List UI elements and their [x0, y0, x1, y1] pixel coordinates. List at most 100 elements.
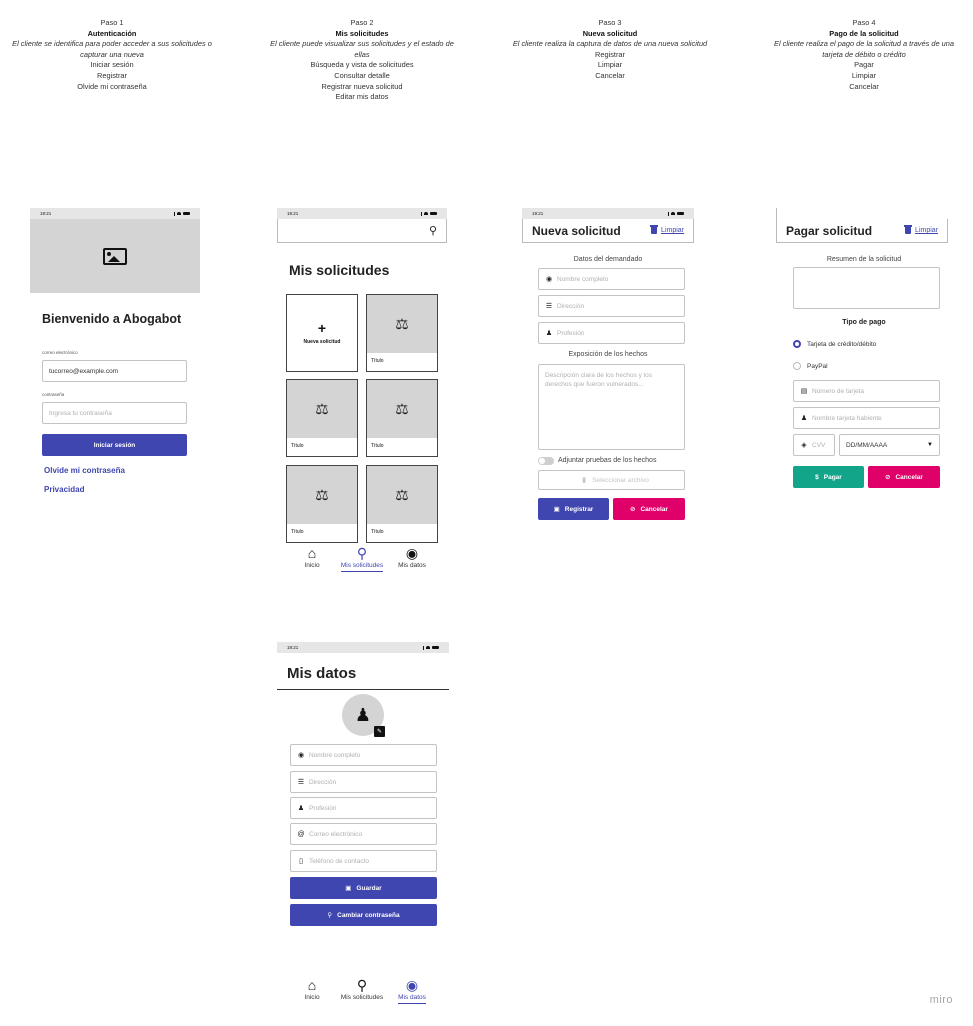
cancel-label: Cancelar — [895, 473, 923, 481]
clear-label: Limpiar — [661, 227, 684, 234]
facts-textarea[interactable]: Descripción clara de los hechos y los de… — [538, 364, 685, 450]
field-placeholder: CVV — [812, 441, 826, 449]
phone-icon: ▯ — [299, 858, 303, 865]
profession-field[interactable]: ♟ Profesión — [290, 797, 437, 819]
user-icon: ♟ — [354, 704, 372, 725]
bottom-nav: ⌂ Inicio ⚲ Mis solicitudes ◉ Mis datos — [287, 976, 437, 1004]
welcome-title: Bienvenido a Abogabot — [42, 312, 182, 326]
status-bar: 19:21 — [522, 208, 694, 219]
request-card-title: Título — [291, 443, 304, 449]
nav-item-home[interactable]: ⌂ Inicio — [287, 976, 337, 1004]
paypal-radio[interactable] — [793, 362, 801, 370]
address-field[interactable]: ☰ Dirección — [290, 771, 437, 793]
pay-label: Pagar — [823, 473, 842, 481]
step-desc: El cliente se identifica para poder acce… — [12, 39, 212, 59]
nav-item-profile[interactable]: ◉ Mis datos — [387, 544, 437, 572]
cancel-button[interactable]: ⊘ Cancelar — [868, 466, 940, 488]
field-placeholder: Profesión — [557, 329, 585, 337]
status-icons — [667, 211, 684, 216]
field-placeholder: Correo electrónico — [309, 830, 363, 838]
register-button[interactable]: ▣ Registrar — [538, 498, 609, 520]
step-item: Iniciar sesión — [90, 60, 134, 70]
user-icon: ♟ — [800, 415, 808, 422]
clear-button[interactable]: Limpiar — [650, 225, 684, 234]
email-field[interactable]: tucorreo@example.com — [42, 360, 187, 382]
cardholder-field[interactable]: ♟ Nombre tarjeta habiente — [793, 407, 940, 429]
expiry-value: DD/MM/AAAA — [846, 441, 888, 449]
attach-toggle[interactable] — [538, 457, 554, 465]
pay-button[interactable]: $ Pagar — [793, 466, 864, 488]
cancel-button[interactable]: ⊘ Cancelar — [613, 498, 685, 520]
nav-item-requests[interactable]: ⚲ Mis solicitudes — [337, 544, 387, 572]
request-card[interactable]: ⚖ Título — [366, 465, 438, 543]
select-file-button[interactable]: ▮ Seleccionar archivo — [538, 470, 685, 490]
request-card[interactable]: ⚖ Título — [286, 379, 358, 457]
select-file-label: Seleccionar archivo — [592, 476, 649, 484]
step-title: Nueva solicitud — [582, 28, 638, 38]
clear-button[interactable]: Limpiar — [904, 225, 938, 234]
dollar-icon: $ — [815, 473, 819, 481]
password-label: contraseña — [42, 392, 65, 397]
change-password-button[interactable]: ⚲ Cambiar contraseña — [290, 904, 437, 926]
login-button[interactable]: Iniciar sesión — [42, 434, 187, 456]
request-card-title: Título — [371, 443, 384, 449]
new-request-label: Nueva solicitud — [303, 339, 341, 345]
status-bar: 19:21 — [30, 208, 200, 219]
cvv-field[interactable]: ◈ CVV — [793, 434, 835, 456]
ban-icon: ⊘ — [885, 474, 891, 481]
save-icon: ▣ — [553, 506, 560, 513]
status-bar: 19:21 — [277, 208, 447, 219]
request-card-title: Título — [291, 529, 304, 535]
name-field[interactable]: ◉ Nombre completo — [290, 744, 437, 766]
nav-item-home[interactable]: ⌂ Inicio — [287, 544, 337, 572]
address-field[interactable]: ☰ Dirección — [538, 295, 685, 317]
nav-item-profile[interactable]: ◉ Mis datos — [387, 976, 437, 1004]
step-title: Pago de la solicitud — [829, 28, 899, 38]
chevron-down-icon: ▼ — [927, 442, 933, 448]
save-icon: ▣ — [345, 885, 352, 892]
trash-icon — [904, 225, 913, 234]
request-card[interactable]: ⚖ Título — [366, 294, 438, 372]
profession-field[interactable]: ♟ Profesión — [538, 322, 685, 344]
ban-icon: ⊘ — [630, 506, 636, 513]
search-icon[interactable]: ⚲ — [429, 224, 437, 237]
privacy-link[interactable]: Privacidad — [44, 485, 84, 494]
step-1-description: Paso 1 Autenticación El cliente se ident… — [12, 18, 212, 92]
status-bar: 19:21 — [277, 642, 449, 653]
new-request-card[interactable]: + Nueva solicitud — [286, 294, 358, 372]
scale-icon: ⚖ — [367, 466, 437, 524]
screen-title: Pagar solicitud — [786, 223, 873, 238]
email-field[interactable]: @ Correo electrónico — [290, 823, 437, 845]
card-radio[interactable] — [793, 340, 801, 348]
password-field[interactable]: Ingresa tu contraseña — [42, 402, 187, 424]
save-label: Guardar — [356, 884, 382, 892]
nav-label: Mis solicitudes — [340, 562, 384, 572]
field-placeholder: Dirección — [557, 302, 585, 310]
step-item: Registrar — [595, 49, 625, 59]
save-button[interactable]: ▣ Guardar — [290, 877, 437, 899]
scale-icon: ⚖ — [287, 380, 357, 438]
card-option-label: Tarjeta de crédito/débito — [807, 341, 877, 348]
scale-icon: ⚖ — [367, 380, 437, 438]
status-bar — [776, 208, 948, 219]
request-card-title: Título — [371, 529, 384, 535]
file-icon: ▮ — [582, 477, 587, 484]
nav-label: Mis datos — [398, 994, 426, 1004]
summary-box — [793, 267, 940, 309]
request-card[interactable]: ⚖ Título — [286, 465, 358, 543]
field-placeholder: Nombre completo — [309, 751, 361, 759]
request-card[interactable]: ⚖ Título — [366, 379, 438, 457]
new-request-screen: 19:21 Nueva solicitud Limpiar Datos del … — [522, 208, 694, 528]
card-number-field[interactable]: ▤ Número de tarjeta — [793, 380, 940, 402]
field-placeholder: Número de tarjeta — [812, 387, 865, 395]
field-placeholder: Nombre completo — [557, 275, 609, 283]
step-number: Paso 2 — [350, 18, 374, 27]
screen-title: Nueva solicitud — [532, 223, 621, 238]
edit-avatar-icon[interactable]: ✎ — [374, 726, 385, 737]
summary-label: Resumen de la solicitud — [826, 256, 902, 263]
phone-field[interactable]: ▯ Teléfono de contacto — [290, 850, 437, 872]
forgot-password-link[interactable]: Olvide mi contraseña — [44, 466, 125, 475]
name-field[interactable]: ◉ Nombre completo — [538, 268, 685, 290]
expiry-select[interactable]: DD/MM/AAAA ▼ — [839, 434, 940, 456]
nav-item-requests[interactable]: ⚲ Mis solicitudes — [337, 976, 387, 1004]
